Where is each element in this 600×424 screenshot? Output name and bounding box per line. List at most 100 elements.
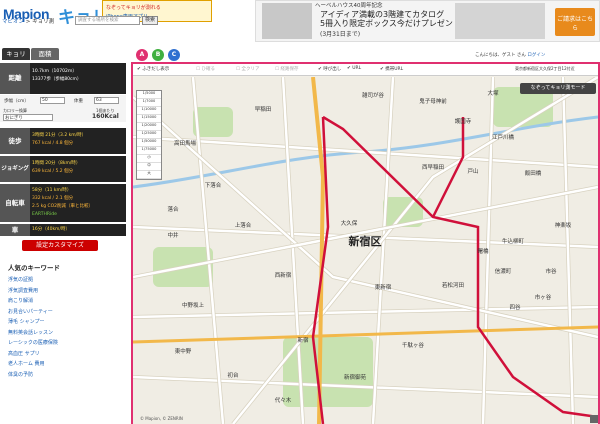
login-link[interactable]: ログイン (527, 53, 545, 58)
map-place-label: 下落合 (205, 181, 222, 189)
map-place-label: 大久保 (341, 219, 358, 227)
map-place-label: 江戸川橋 (492, 133, 515, 141)
route-tab-b[interactable]: B (152, 49, 164, 61)
map-place-label: 飯田橋 (525, 169, 542, 177)
map-corner-handle[interactable] (590, 415, 598, 423)
map-place-label: 四谷 (509, 303, 521, 311)
bike-kcal: 332 kcal / 2.1 個分 (32, 196, 74, 201)
earthride-logo[interactable]: EARTHRide (32, 211, 126, 219)
map-address: 東京都新宿区大久保2丁目12付近 (515, 66, 575, 71)
search-input[interactable]: 調査する場所を検索 (75, 16, 140, 25)
map-place-label: 市谷 (545, 267, 557, 275)
calorie-select[interactable]: おにぎり (3, 114, 53, 121)
zoom-level[interactable]: 1/50000 (137, 139, 161, 147)
walk-values: 3時間 21分（3.2 km/時） 767 kcal / 4.8 個分 (30, 128, 126, 154)
map-copyright: © Mapion, © ZENRIN (140, 416, 183, 421)
car-values: 16分（40km/時） (30, 224, 126, 236)
distance-km: 10.7km（10702ｍ） (32, 69, 77, 74)
toolbar-item[interactable]: ✔ 携帯URL (380, 66, 403, 72)
ad-line-2: 5冊入り限定ボックス今だけプレゼント！ (320, 19, 469, 28)
toolbar-item[interactable]: ☐ ひ確る (196, 66, 215, 72)
jog-time: 1時間 20分（8km/時） (32, 161, 81, 166)
zoom-level[interactable]: 小 (137, 155, 161, 163)
zoom-level[interactable]: 大 (137, 171, 161, 179)
banner-line1: なぞってキョリが測れる (106, 5, 161, 11)
car-time: 16分（40km/時） (32, 227, 70, 232)
weight-select[interactable]: 63 (94, 97, 119, 104)
map-place-label: 新宿 (297, 336, 309, 344)
pace-label: 歩幅（cm） (4, 99, 29, 104)
pace-select[interactable]: 50 (40, 97, 65, 104)
search-button[interactable]: 検索 (142, 16, 158, 25)
ad-image[interactable] (262, 3, 312, 39)
zoom-level[interactable]: 1/5000 (137, 91, 161, 99)
keyword-link[interactable]: 肩こり解消 (8, 297, 33, 304)
bike-co2: 2.5 kg CO2削減（車と比較） (32, 204, 94, 209)
map-place-label: 早稲田 (255, 105, 272, 113)
map-place-label: 大塚 (487, 89, 499, 97)
keyword-link[interactable]: 浮気調査費用 (8, 287, 38, 294)
distance-steps: 13377歩（歩幅80cm） (32, 77, 82, 82)
map-place-label: 牛込柳町 (502, 237, 525, 245)
distance-label: 距離 (0, 63, 30, 94)
jog-label: ジョギング (0, 156, 30, 182)
toolbar-item[interactable]: ✔ URL (347, 66, 361, 71)
toolbar-item[interactable]: ✔ ふきだし表示 (137, 66, 169, 72)
greeting-text: こんにちは、ゲスト さん (475, 53, 526, 58)
map-place-label: 上落合 (235, 221, 252, 229)
zoom-level[interactable]: 1/75000 (137, 147, 161, 155)
keyword-link[interactable]: 浮気の証拠 (8, 276, 33, 283)
keyword-link[interactable]: お見合いパーティー (8, 308, 53, 315)
keyword-link[interactable]: 老人ホーム 費用 (8, 360, 44, 367)
ad-catalog-image[interactable] (455, 3, 545, 39)
ad-cta-button[interactable]: ご請求はこちら (555, 8, 595, 36)
bike-values: 58分（11 km/時） 332 kcal / 2.1 個分 2.5 kg CO… (30, 184, 126, 222)
map-place-label: 中井 (167, 231, 179, 239)
zoom-level[interactable]: 1/10000 (137, 107, 161, 115)
map-place-label: 信濃町 (495, 267, 512, 275)
keyword-link[interactable]: 無料英会話レッスン (8, 329, 53, 336)
keyword-link[interactable]: 薄毛 シャンプー (8, 318, 44, 325)
keyword-link[interactable]: 高血圧 サプリ (8, 350, 40, 357)
route-tab-a[interactable]: A (136, 49, 148, 61)
map-canvas[interactable]: 新宿区 早稲田高田馬場戸山大久保新宿御苑 四谷 市谷 神楽坂 落合東中野代々木 西早稲田 鬼子… (133, 77, 598, 424)
walk-time: 3時間 21分（3.2 km/時） (32, 133, 87, 138)
map-place-label: 市ヶ谷 (535, 293, 552, 301)
distance-values: 10.7km（10702ｍ） 13377歩（歩幅80cm） (30, 63, 126, 94)
map-place-label: 西早稲田 (422, 163, 444, 171)
tab-area[interactable]: 面積 (31, 48, 59, 60)
walk-kcal: 767 kcal / 4.8 個分 (32, 141, 74, 146)
zoom-level[interactable]: 1/20000 (137, 123, 161, 131)
zoom-level[interactable]: 1/25000 (137, 131, 161, 139)
toolbar-item[interactable]: ☐ 経路保存 (275, 66, 298, 72)
keyword-link[interactable]: 体臭の予防 (8, 371, 33, 378)
toolbar-item[interactable]: ☐ 全クリア (236, 66, 259, 72)
map-place-label: 東中野 (175, 347, 192, 355)
jog-kcal: 639 kcal / 5.2 個分 (32, 169, 74, 174)
zoom-level[interactable]: 中 (137, 163, 161, 171)
route-tab-c[interactable]: C (168, 49, 180, 61)
greeting: こんにちは、ゲスト さん ログイン (475, 52, 545, 58)
keyword-link[interactable]: レーシックの医療保険 (8, 339, 58, 346)
map-place-label: 東新宿 (375, 283, 392, 291)
breadcrumb-current: キョリ測 (32, 19, 55, 25)
customize-settings-button[interactable]: 設定カスタマイズ (22, 240, 98, 251)
car-label: 車 (0, 224, 30, 236)
breadcrumb: マピオン > キョリ測 (2, 17, 54, 25)
zoom-level[interactable]: 1/7000 (137, 99, 161, 107)
map-place-label: 千駄ヶ谷 (402, 341, 425, 349)
toolbar-item[interactable]: ✔ 呼び出し (318, 66, 341, 72)
walk-label: 徒歩 (0, 128, 30, 154)
zoom-level[interactable]: 1/15000 (137, 115, 161, 123)
map-place-label: 曙橋 (477, 247, 489, 255)
bike-time: 58分（11 km/時） (32, 188, 72, 193)
bike-label: 自転車 (0, 184, 30, 222)
map-place-label: 新宿区 (349, 234, 382, 248)
tab-distance[interactable]: キョリ (2, 48, 30, 60)
trace-mode-button[interactable]: なぞってキョリ測モード (520, 83, 596, 94)
map-place-label: 落合 (167, 205, 179, 213)
breadcrumb-separator: > (24, 19, 33, 25)
jog-values: 1時間 20分（8km/時） 639 kcal / 5.2 個分 (30, 156, 126, 182)
breadcrumb-home[interactable]: マピオン (2, 19, 24, 25)
map-place-label: 戸山 (467, 167, 478, 175)
